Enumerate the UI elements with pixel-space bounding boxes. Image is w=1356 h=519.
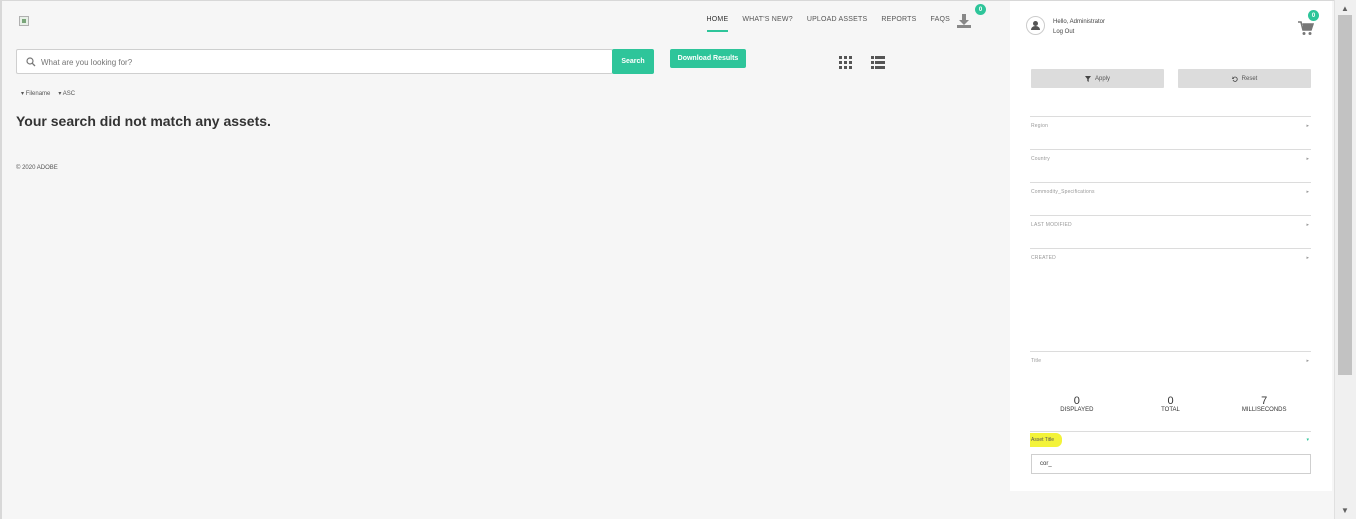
stat-label: DISPLAYED: [1060, 407, 1094, 413]
nav-home[interactable]: HOME: [706, 16, 729, 32]
facet-label: Country: [1031, 156, 1050, 162]
user-icon: [1031, 21, 1040, 30]
chevron-right-icon: ▸: [1306, 255, 1309, 261]
logout-link[interactable]: Log Out: [1053, 27, 1105, 37]
facet-region[interactable]: Region ▸: [1030, 116, 1311, 136]
stat-label: TOTAL: [1161, 407, 1180, 413]
search-icon: [26, 57, 36, 67]
chevron-right-icon: ▸: [1306, 358, 1309, 364]
greeting-text: Hello, Administrator: [1053, 19, 1106, 25]
facet-commodity-specifications[interactable]: Commodity_Specifications ▸: [1030, 182, 1311, 202]
facet-label-highlighted: Asset Title: [1030, 433, 1063, 447]
facet-label: CREATED: [1031, 255, 1056, 261]
list-view-icon[interactable]: [871, 56, 885, 69]
chevron-right-icon: ▸: [1306, 123, 1309, 129]
vertical-scrollbar[interactable]: ▲ ▼: [1334, 0, 1356, 519]
apply-label: Apply: [1094, 75, 1110, 82]
no-results-message: Your search did not match any assets.: [16, 113, 271, 129]
facet-last-modified[interactable]: LAST MODIFIED ▸: [1030, 215, 1311, 235]
sort-order-dropdown[interactable]: ▾ ASC: [58, 90, 75, 97]
facet-label: LAST MODIFIED: [1031, 222, 1072, 228]
user-avatar[interactable]: [1026, 16, 1045, 35]
chevron-right-icon: ▸: [1306, 222, 1309, 228]
user-greeting: Hello, Administrator Log Out: [1053, 17, 1105, 37]
chevron-right-icon: ▸: [1306, 189, 1309, 195]
grid-view-icon[interactable]: [839, 56, 852, 69]
facet-title[interactable]: Title ▸: [1030, 351, 1311, 371]
stat-value: 0: [1073, 395, 1080, 407]
copyright: © 2020 ADOBE: [16, 165, 58, 171]
stat-total: 0 TOTAL: [1124, 395, 1218, 413]
reset-button[interactable]: Reset: [1178, 69, 1311, 88]
stat-value: 0: [1167, 395, 1174, 407]
download-results-button[interactable]: Download Results: [670, 49, 746, 68]
download-count-badge: 0: [975, 4, 986, 15]
reset-label: Reset: [1241, 75, 1258, 82]
facet-label: Region: [1031, 123, 1049, 129]
asset-title-input[interactable]: cor_: [1031, 454, 1311, 474]
chevron-right-icon: ▸: [1306, 156, 1309, 162]
stat-label: MILLISECONDS: [1241, 407, 1287, 413]
facet-label: Commodity_Specifications: [1031, 189, 1095, 195]
download-icon[interactable]: [956, 13, 972, 29]
stat-value: 7: [1261, 395, 1268, 407]
stat-displayed: 0 DISPLAYED: [1030, 395, 1124, 413]
nav-whats-new[interactable]: WHAT'S NEW?: [742, 16, 792, 32]
main-content: HOME WHAT'S NEW? UPLOAD ASSETS REPORTS F…: [2, 1, 1010, 519]
search-stats: 0 DISPLAYED 0 TOTAL 7 MILLISECONDS: [1030, 395, 1311, 413]
facet-country[interactable]: Country ▸: [1030, 149, 1311, 169]
search-box: [16, 49, 613, 74]
search-input[interactable]: [41, 53, 601, 71]
sort-controls: ▾ Filename ▾ ASC: [21, 90, 75, 97]
cart-count-badge: 0: [1308, 10, 1319, 21]
scrollbar-thumb[interactable]: [1338, 15, 1352, 375]
stat-milliseconds: 7 MILLISECONDS: [1217, 395, 1311, 413]
facet-created[interactable]: CREATED ▸: [1030, 248, 1311, 268]
nav-upload-assets[interactable]: UPLOAD ASSETS: [807, 16, 868, 32]
top-navigation: HOME WHAT'S NEW? UPLOAD ASSETS REPORTS F…: [706, 16, 950, 32]
scroll-down-arrow-icon[interactable]: ▼: [1341, 506, 1349, 515]
nav-reports[interactable]: REPORTS: [881, 16, 916, 32]
nav-faqs[interactable]: FAQS: [931, 16, 950, 32]
search-button[interactable]: Search: [612, 49, 654, 74]
sort-field-dropdown[interactable]: ▾ Filename: [21, 90, 50, 97]
apply-button[interactable]: Apply: [1031, 69, 1164, 88]
facet-asset-title[interactable]: Asset Title ▾: [1030, 431, 1311, 451]
facet-label: Title: [1031, 358, 1042, 364]
cart-icon[interactable]: [1298, 21, 1314, 36]
chevron-down-icon: ▾: [1306, 437, 1309, 443]
logo-image[interactable]: [19, 16, 29, 26]
reset-icon: [1231, 76, 1238, 82]
filter-icon: [1084, 75, 1091, 82]
scroll-up-arrow-icon[interactable]: ▲: [1341, 4, 1349, 13]
filter-panel: Hello, Administrator Log Out 0 Apply Res…: [1010, 1, 1332, 491]
